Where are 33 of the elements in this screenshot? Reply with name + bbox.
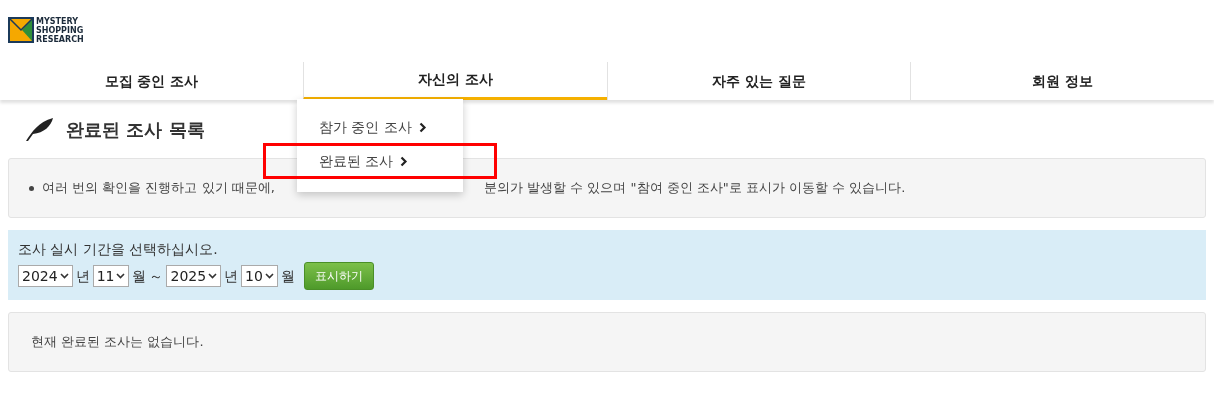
select-field[interactable]: 2024 — [18, 265, 73, 287]
nav-tab[interactable]: 모집 중인 조사 — [0, 62, 303, 100]
empty-message: 현재 완료된 조사는 없습니다. — [31, 333, 204, 352]
dropdown-label: 참가 중인 조사 — [319, 117, 412, 137]
unit-label: 월 — [280, 266, 295, 286]
caret-icon — [116, 273, 126, 279]
unit-label: 년 — [224, 266, 239, 286]
unit-label: 년 — [75, 266, 90, 286]
chevron-icon — [400, 155, 409, 167]
caret-icon — [208, 273, 218, 279]
dropdown-item[interactable]: 완료된 조사 — [263, 143, 497, 179]
select-field[interactable]: 10 — [241, 265, 278, 287]
logo-text: MYSTERY — [36, 16, 79, 26]
notice-text: 분의가 발생할 수 있으며 "참여 중인 조사"로 표시가 이동할 수 있습니다. — [484, 179, 906, 198]
dropdown-label: 완료된 조사 — [319, 151, 394, 171]
nav-tab[interactable]: 자주 있는 질문 — [606, 62, 911, 100]
caret-icon — [59, 273, 69, 279]
logo-icon — [8, 17, 34, 43]
unit-label: 월 — [132, 266, 147, 286]
select-field[interactable]: 11 — [92, 265, 130, 287]
range-separator: ～ — [149, 266, 164, 286]
nav-tab[interactable]: 회원 정보 — [910, 62, 1214, 100]
logo-text: SHOPPING — [36, 25, 84, 35]
page-heading: 완료된 조사 목록 — [66, 117, 205, 142]
bullet-icon — [29, 185, 34, 191]
select-field[interactable]: 2025 — [166, 265, 222, 287]
logo-text: RESEARCH — [36, 34, 84, 44]
dropdown-item[interactable]: 참가 중인 조사 — [297, 117, 463, 137]
caret-icon — [264, 273, 274, 279]
filter-prompt: 조사 실시 기간을 선택하십시오. — [18, 240, 219, 259]
chevron-icon — [418, 121, 427, 133]
notice-text: 여러 번의 확인을 진행하고 있기 때문에, — [42, 179, 276, 198]
quill-icon — [24, 116, 54, 142]
